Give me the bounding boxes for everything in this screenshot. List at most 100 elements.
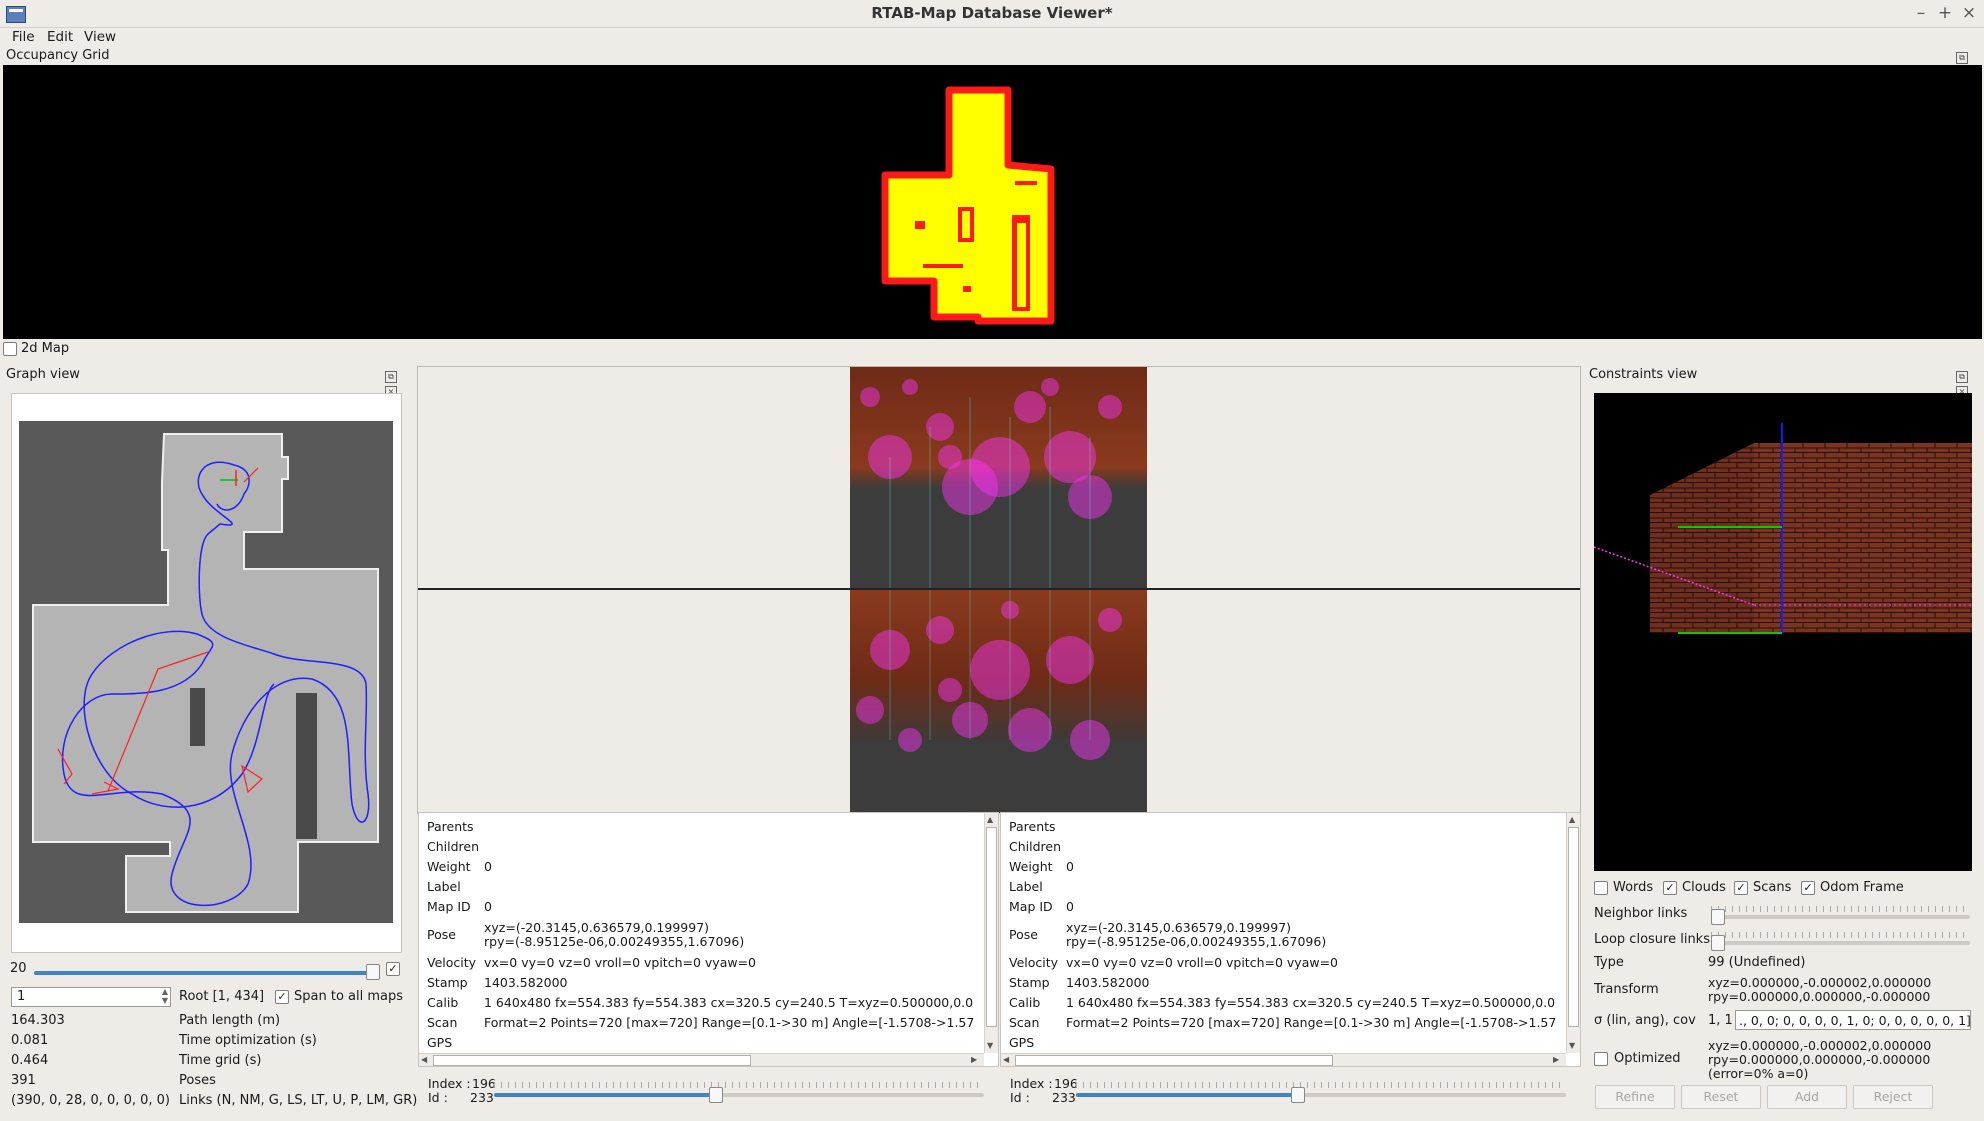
minimize-icon[interactable]: – [1910, 2, 1932, 24]
time-grid-value: 0.464 [11, 1053, 49, 1068]
neighbor-links-ticks [1711, 906, 1970, 912]
index-slider-ticks-right [1076, 1082, 1566, 1088]
graph-slider-value: 20 [10, 961, 27, 976]
scroll-down-icon[interactable]: ▼ [987, 1041, 993, 1050]
bottom-image [850, 590, 1147, 813]
node-info-panel-right[interactable]: Parents Children Weight 0 Label Map ID 0… [1000, 812, 1581, 1067]
float-icon[interactable]: ⧉ [1956, 52, 1968, 64]
graph-spinbox-value: 1 [17, 989, 26, 1004]
graph-spinbox[interactable]: 1 ▲ ▼ [11, 987, 171, 1007]
index-slider-track-left[interactable] [494, 1093, 984, 1097]
image-views[interactable] [417, 366, 1581, 814]
span-to-all-maps-checkbox[interactable]: ✓ [275, 990, 289, 1004]
vertical-scrollbar[interactable]: ▲ ▼ [984, 813, 998, 1053]
odom-frame-checkbox[interactable]: ✓ [1801, 881, 1815, 895]
constraints-dock-buttons[interactable]: ⧉× [1954, 368, 1980, 398]
add-button[interactable]: Add [1767, 1085, 1847, 1109]
bottom-image-features [850, 590, 1147, 813]
optimized-label: Optimized [1614, 1051, 1681, 1066]
scroll-right-icon[interactable]: ▶ [1553, 1055, 1559, 1064]
maximize-icon[interactable]: + [1934, 2, 1956, 24]
scroll-right-icon[interactable]: ▶ [971, 1055, 977, 1064]
neighbor-links-slider[interactable] [1711, 915, 1970, 919]
clouds-label: Clouds [1682, 880, 1726, 895]
graph-slider-handle[interactable] [366, 964, 380, 980]
neighbor-links-handle[interactable] [1711, 909, 1725, 925]
scroll-thumb[interactable] [433, 1055, 751, 1066]
index-slider-fill-right [1076, 1093, 1297, 1097]
top-image-features [850, 378, 1147, 588]
clouds-checkbox[interactable]: ✓ [1663, 881, 1677, 895]
node-info-panel-left[interactable]: Parents Children Weight 0 Label Map ID 0… [418, 812, 999, 1067]
menu-edit[interactable]: Edit [41, 29, 79, 45]
sigma-label: σ (lin, ang), cov [1594, 1013, 1696, 1028]
scroll-up-icon[interactable]: ▲ [987, 815, 993, 824]
children-label: Children [427, 839, 480, 854]
map-id-value: 0 [1066, 899, 1074, 914]
graph-view-title: Graph view [6, 367, 80, 382]
scroll-up-icon[interactable]: ▲ [1569, 815, 1575, 824]
menu-view[interactable]: View [78, 29, 122, 45]
scroll-down-icon[interactable]: ▼ [1569, 1041, 1575, 1050]
float-icon[interactable]: ⧉ [1956, 371, 1968, 383]
optimized-rpy: rpy=0.000000,0.000000,-0.000000 [1708, 1052, 1931, 1067]
weight-value: 0 [1066, 859, 1074, 874]
type-value: 99 (Undefined) [1708, 955, 1806, 970]
weight-label: Weight [1009, 859, 1053, 874]
loop-closure-slider[interactable] [1711, 941, 1970, 945]
horizontal-scrollbar[interactable]: ◀ ▶ [1001, 1053, 1566, 1066]
2d-map-label: 2d Map [21, 341, 70, 356]
id-label-left: Id : [428, 1090, 448, 1105]
constraints-3d-view[interactable] [1593, 393, 1972, 871]
menu-bar: File Edit View [0, 27, 1984, 49]
2d-map-checkbox[interactable] [3, 342, 17, 356]
index-slider-handle-left[interactable] [708, 1087, 723, 1103]
occupancy-grid-title: Occupancy Grid [6, 48, 110, 63]
close-icon[interactable]: × [1958, 2, 1980, 24]
links-value: (390, 0, 28, 0, 0, 0, 0, 0) [11, 1093, 170, 1108]
sigma-value: 1, 1 [1708, 1013, 1733, 1028]
index-slider-track-right[interactable] [1076, 1093, 1566, 1097]
scroll-thumb[interactable] [1568, 827, 1579, 1027]
scroll-thumb[interactable] [986, 827, 997, 1027]
scans-checkbox[interactable]: ✓ [1734, 881, 1748, 895]
loop-closure-links-label: Loop closure links [1594, 932, 1710, 947]
graph-dock-buttons[interactable]: ⧉× [383, 368, 409, 398]
weight-label: Weight [427, 859, 471, 874]
refine-button[interactable]: Refine [1595, 1085, 1675, 1109]
index-slider-handle-right[interactable] [1290, 1087, 1305, 1103]
loop-closure-handle[interactable] [1711, 935, 1725, 951]
velocity-value: vx=0 vy=0 vz=0 vroll=0 vpitch=0 vyaw=0 [484, 955, 757, 970]
occupancy-dock-buttons[interactable]: ⧉× [1954, 49, 1980, 79]
float-icon[interactable]: ⧉ [385, 371, 397, 383]
vertical-scrollbar[interactable]: ▲ ▼ [1566, 813, 1580, 1053]
graph-slider-checkbox[interactable]: ✓ [386, 962, 400, 976]
graph-view-canvas[interactable] [11, 393, 402, 953]
reset-button[interactable]: Reset [1681, 1085, 1761, 1109]
gps-label: GPS [427, 1035, 453, 1050]
menu-file[interactable]: File [6, 29, 41, 45]
label-label: Label [1009, 879, 1043, 894]
spin-arrows-icon[interactable]: ▲ ▼ [162, 987, 168, 1005]
reject-button[interactable]: Reject [1853, 1085, 1933, 1109]
scroll-thumb[interactable] [1015, 1055, 1333, 1066]
occupancy-grid-view[interactable] [3, 65, 1982, 339]
words-checkbox[interactable] [1594, 881, 1608, 895]
loop-closure-ticks [1711, 932, 1970, 938]
words-label: Words [1613, 880, 1654, 895]
transform-xyz: xyz=0.000000,-0.000002,0.000000 [1708, 975, 1932, 990]
graph-slider-track[interactable] [34, 971, 374, 975]
scroll-left-icon[interactable]: ◀ [1003, 1055, 1009, 1064]
index-slider-ticks-left [494, 1082, 984, 1088]
calib-label: Calib [1009, 995, 1041, 1010]
scroll-left-icon[interactable]: ◀ [421, 1055, 427, 1064]
stamp-label: Stamp [427, 975, 468, 990]
scans-label: Scans [1753, 880, 1792, 895]
graph-map [19, 421, 393, 923]
covariance-field[interactable]: ., 0, 0; 0, 0, 0, 0, 1, 0; 0, 0, 0, 0, 0… [1735, 1010, 1971, 1030]
links-label: Links (N, NM, G, LS, LT, U, P, LM, GR) [179, 1093, 418, 1108]
index-slider-fill-left [494, 1093, 715, 1097]
optimized-checkbox[interactable] [1594, 1052, 1608, 1066]
horizontal-scrollbar[interactable]: ◀ ▶ [419, 1053, 984, 1066]
label-label: Label [427, 879, 461, 894]
